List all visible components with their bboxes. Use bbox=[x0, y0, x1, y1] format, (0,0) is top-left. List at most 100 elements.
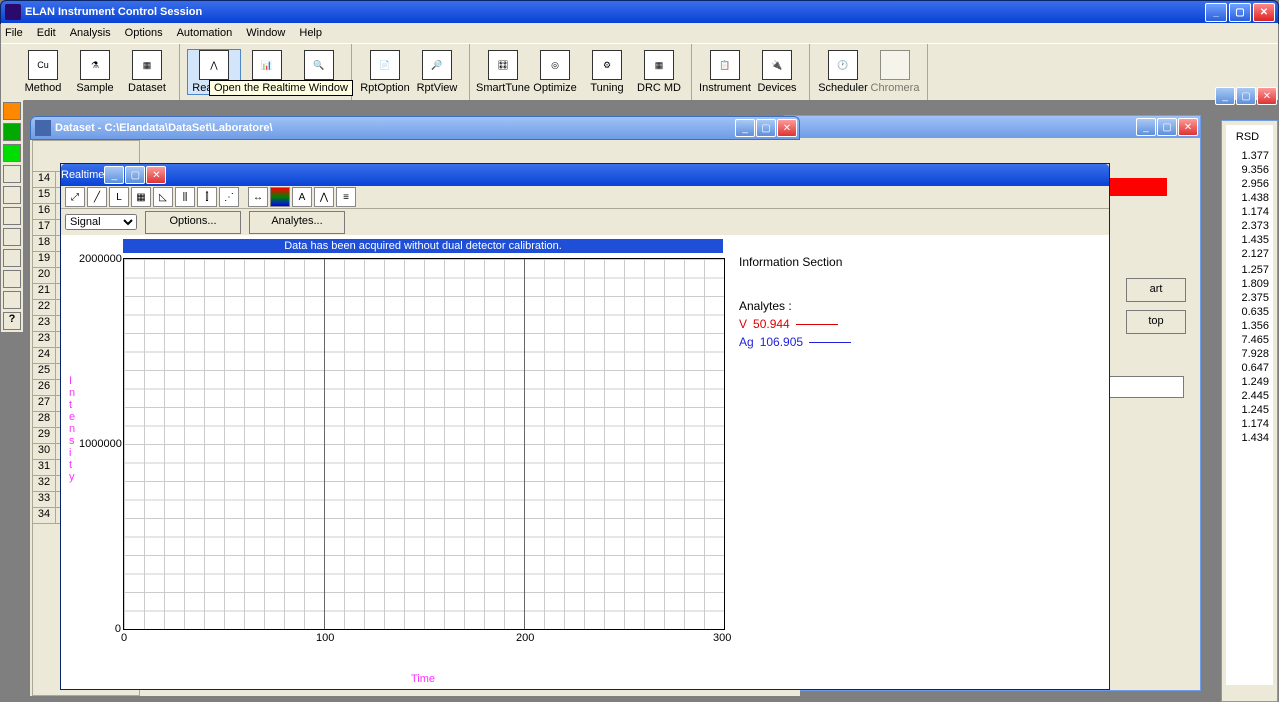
side-btn-2[interactable] bbox=[3, 123, 21, 141]
ctrl-close[interactable]: ✕ bbox=[1178, 118, 1198, 136]
menu-file[interactable]: File bbox=[5, 27, 23, 39]
minimize-button[interactable]: _ bbox=[1205, 3, 1227, 22]
legend-ag: Ag 106.905 bbox=[739, 335, 1099, 349]
results-close[interactable]: ✕ bbox=[1257, 87, 1277, 105]
side-btn-6[interactable] bbox=[3, 207, 21, 225]
x-axis-label: Time bbox=[411, 673, 435, 685]
rsd-val: 2.445 bbox=[1226, 389, 1269, 403]
tool-rptview[interactable]: 🔎RptView bbox=[411, 50, 463, 94]
menu-automation[interactable]: Automation bbox=[177, 27, 233, 39]
tool-instrument[interactable]: 📋Instrument bbox=[699, 50, 751, 94]
bars-tool-icon[interactable]: ⫼ bbox=[175, 187, 195, 207]
tool-optimize[interactable]: ◎Optimize bbox=[529, 50, 581, 94]
peak2-tool-icon[interactable]: ⋀ bbox=[314, 187, 334, 207]
rsd-column: RSD 1.377 9.356 2.956 1.438 1.174 2.373 … bbox=[1226, 125, 1273, 685]
menu-window[interactable]: Window bbox=[246, 27, 285, 39]
rsd-val: 7.465 bbox=[1226, 333, 1269, 347]
search-doc-icon: 🔎 bbox=[422, 50, 452, 80]
axis-tool-icon[interactable]: L bbox=[109, 187, 129, 207]
ctrl-minimize[interactable]: _ bbox=[1136, 118, 1156, 136]
side-btn-1[interactable] bbox=[3, 102, 21, 120]
rsd-val: 1.245 bbox=[1226, 403, 1269, 417]
dataset-minimize[interactable]: _ bbox=[735, 119, 755, 137]
side-btn-7[interactable] bbox=[3, 228, 21, 246]
menu-analysis[interactable]: Analysis bbox=[70, 27, 111, 39]
target-icon: ◎ bbox=[540, 50, 570, 80]
rsd-val: 0.647 bbox=[1226, 361, 1269, 375]
results-maximize[interactable]: ▢ bbox=[1236, 87, 1256, 105]
zoom-tool-icon[interactable]: ⤢ bbox=[65, 187, 85, 207]
text-tool-icon[interactable]: A bbox=[292, 187, 312, 207]
maximize-button[interactable]: ▢ bbox=[1229, 3, 1251, 22]
tool-tuning[interactable]: ⚙Tuning bbox=[581, 50, 633, 94]
tool-smarttune[interactable]: 🎛SmartTune bbox=[477, 50, 529, 94]
side-btn-4[interactable] bbox=[3, 165, 21, 183]
menu-tool-icon[interactable]: ≡ bbox=[336, 187, 356, 207]
tool-scheduler[interactable]: 🕐Scheduler bbox=[817, 50, 869, 94]
tool-devices[interactable]: 🔌Devices bbox=[751, 50, 803, 94]
tool-method[interactable]: CuMethod bbox=[17, 50, 69, 94]
menu-options[interactable]: Options bbox=[125, 27, 163, 39]
rsd-val: 1.257 bbox=[1226, 263, 1269, 277]
analytes-button[interactable]: Analytes... bbox=[249, 211, 345, 234]
start-button[interactable]: art bbox=[1126, 278, 1186, 302]
tool-drcmd[interactable]: ▦DRC MD bbox=[633, 50, 685, 94]
clipboard-icon: 📋 bbox=[710, 50, 740, 80]
ytick: 0 bbox=[79, 623, 121, 635]
rsd-val: 2.127 bbox=[1226, 247, 1269, 261]
side-btn-5[interactable] bbox=[3, 186, 21, 204]
rsd-val: 2.956 bbox=[1226, 177, 1269, 191]
rsd-val: 1.174 bbox=[1226, 417, 1269, 431]
dropdown-field[interactable] bbox=[1108, 376, 1184, 398]
dataset-maximize[interactable]: ▢ bbox=[756, 119, 776, 137]
realtime-minimize[interactable]: _ bbox=[104, 166, 124, 184]
side-btn-3[interactable] bbox=[3, 144, 21, 162]
tooltip: Open the Realtime Window bbox=[209, 80, 353, 96]
area-tool-icon[interactable]: ◺ bbox=[153, 187, 173, 207]
grid-tool-icon[interactable]: ▦ bbox=[131, 187, 151, 207]
side-btn-8[interactable] bbox=[3, 249, 21, 267]
ctrl-maximize[interactable]: ▢ bbox=[1157, 118, 1177, 136]
row-header: 21 bbox=[33, 284, 56, 299]
realtime-maximize[interactable]: ▢ bbox=[125, 166, 145, 184]
tool-sample[interactable]: ⚗Sample bbox=[69, 50, 121, 94]
y-axis-label: Intensity bbox=[69, 375, 75, 483]
row-header: 22 bbox=[33, 300, 56, 315]
close-button[interactable]: ✕ bbox=[1253, 3, 1275, 22]
scatter-tool-icon[interactable]: ⋰ bbox=[219, 187, 239, 207]
bars2-tool-icon[interactable]: ⫿ bbox=[197, 187, 217, 207]
row-header: 16 bbox=[33, 204, 56, 219]
options-button[interactable]: Options... bbox=[145, 211, 241, 234]
line-tool-icon[interactable]: ╱ bbox=[87, 187, 107, 207]
rsd-val: 2.375 bbox=[1226, 291, 1269, 305]
side-help-icon[interactable]: ? bbox=[3, 312, 21, 330]
tool-dataset[interactable]: ▦Dataset bbox=[121, 50, 173, 94]
info-section: Information Section Analytes : V 50.944 … bbox=[729, 235, 1109, 689]
menu-help[interactable]: Help bbox=[299, 27, 322, 39]
signal-select[interactable]: Signal bbox=[65, 214, 137, 230]
side-btn-9[interactable] bbox=[3, 270, 21, 288]
chart-icon: 📊 bbox=[252, 50, 282, 80]
row-header: 28 bbox=[33, 412, 56, 427]
realtime-toolbar: ⤢ ╱ L ▦ ◺ ⫼ ⫿ ⋰ ↔ A ⋀ ≡ bbox=[61, 186, 1109, 209]
peak-icon: ⋀ bbox=[199, 50, 229, 80]
zoom-icon: 🔍 bbox=[304, 50, 334, 80]
dataset-close[interactable]: ✕ bbox=[777, 119, 797, 137]
row-header: 23 bbox=[33, 332, 56, 347]
clock-icon: 🕐 bbox=[828, 50, 858, 80]
results-minimize[interactable]: _ bbox=[1215, 87, 1235, 105]
rsd-val: 9.356 bbox=[1226, 163, 1269, 177]
row-header: 24 bbox=[33, 348, 56, 363]
side-btn-10[interactable] bbox=[3, 291, 21, 309]
stop-button[interactable]: top bbox=[1126, 310, 1186, 334]
app-title: ELAN Instrument Control Session bbox=[25, 6, 1205, 18]
expand-tool-icon[interactable]: ↔ bbox=[248, 187, 268, 207]
menu-edit[interactable]: Edit bbox=[37, 27, 56, 39]
row-header: 32 bbox=[33, 476, 56, 491]
row-header: 27 bbox=[33, 396, 56, 411]
color-tool-icon[interactable] bbox=[270, 187, 290, 207]
realtime-close[interactable]: ✕ bbox=[146, 166, 166, 184]
row-header: 26 bbox=[33, 380, 56, 395]
xtick: 300 bbox=[713, 632, 731, 644]
tool-rptoption[interactable]: 📄RptOption bbox=[359, 50, 411, 94]
